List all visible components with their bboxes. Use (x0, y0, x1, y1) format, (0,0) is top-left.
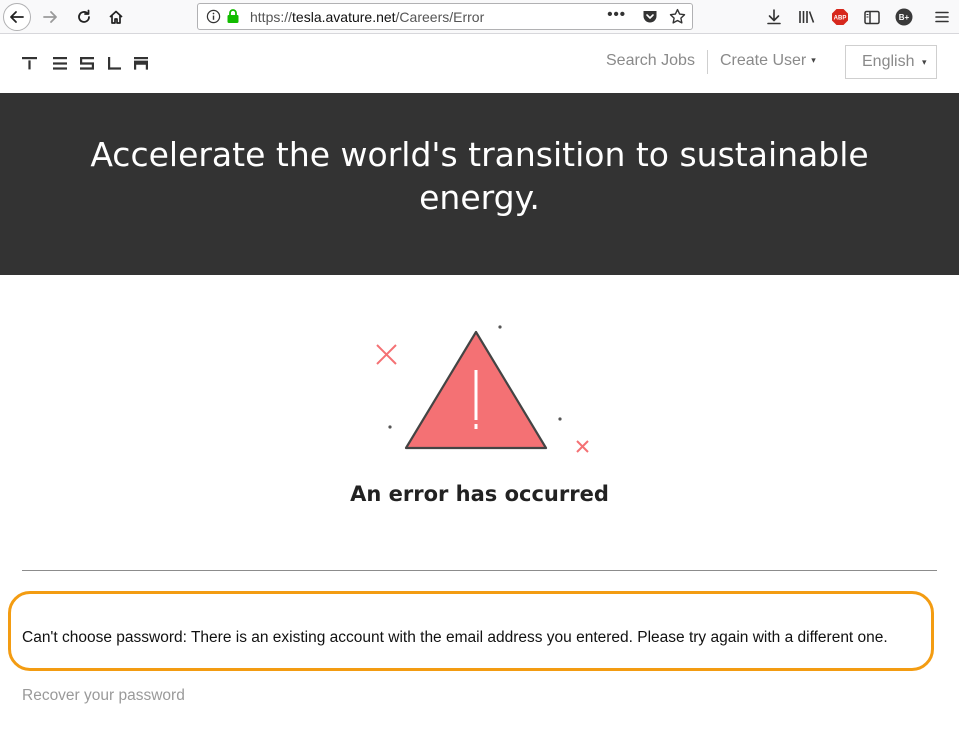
dot-decoration (388, 425, 392, 429)
language-label: English (862, 53, 915, 70)
hamburger-menu-icon[interactable] (932, 5, 952, 29)
caret-down-icon: ▾ (811, 55, 816, 65)
extension-bplus-icon[interactable]: B+ (894, 5, 914, 29)
language-select[interactable]: English ▾ (845, 45, 937, 79)
sidebar-icon[interactable] (862, 5, 882, 29)
error-illustration (360, 318, 600, 463)
error-heading: An error has occurred (350, 482, 609, 506)
reload-button[interactable] (70, 3, 98, 31)
dot-decoration (558, 417, 562, 421)
error-message: Can't choose password: There is an exist… (22, 629, 888, 646)
home-icon (109, 10, 123, 24)
url-path: /Careers/Error (395, 9, 485, 25)
search-jobs-link[interactable]: Search Jobs (606, 52, 695, 70)
back-button[interactable] (3, 3, 31, 31)
x-mark-small-icon (576, 440, 589, 453)
dot-decoration (498, 325, 502, 329)
url-host: tesla.avature.net (292, 9, 396, 25)
page-actions-more-icon[interactable]: ••• (607, 6, 626, 23)
arrow-right-icon (43, 11, 57, 23)
arrow-left-icon (10, 11, 24, 23)
hero-banner: Accelerate the world's transition to sus… (0, 93, 959, 275)
hero-title: Accelerate the world's transition to sus… (90, 135, 869, 217)
create-user-menu[interactable]: Create User ▾ (720, 52, 816, 70)
recover-password-link[interactable]: Recover your password (22, 687, 185, 705)
nav-divider (707, 50, 708, 74)
tesla-logo[interactable] (22, 55, 148, 75)
url-text[interactable]: https://tesla.avature.net/Careers/Error (250, 9, 484, 25)
library-icon[interactable] (796, 5, 818, 29)
pocket-icon[interactable] (642, 9, 658, 29)
abp-label: ABP (834, 16, 847, 22)
forward-button[interactable] (36, 3, 64, 31)
x-mark-icon (376, 344, 397, 365)
site-header: Search Jobs Create User ▾ English ▾ (0, 35, 959, 93)
home-button[interactable] (102, 3, 130, 31)
download-icon[interactable] (764, 5, 784, 29)
url-prefix: https:// (250, 9, 293, 25)
adblock-plus-icon[interactable]: ABP (830, 5, 850, 29)
reload-icon (78, 9, 90, 23)
bookmark-star-icon[interactable] (669, 8, 686, 30)
bplus-label: B+ (899, 13, 910, 22)
browser-toolbar: https://tesla.avature.net/Careers/Error … (0, 0, 959, 34)
warning-triangle-icon (404, 330, 548, 450)
address-bar[interactable]: https://tesla.avature.net/Careers/Error … (197, 3, 693, 30)
create-user-label: Create User (720, 52, 807, 69)
caret-down-icon: ▾ (922, 57, 927, 67)
divider-line (22, 570, 937, 571)
info-icon[interactable] (206, 9, 221, 29)
lock-icon[interactable] (226, 8, 240, 29)
